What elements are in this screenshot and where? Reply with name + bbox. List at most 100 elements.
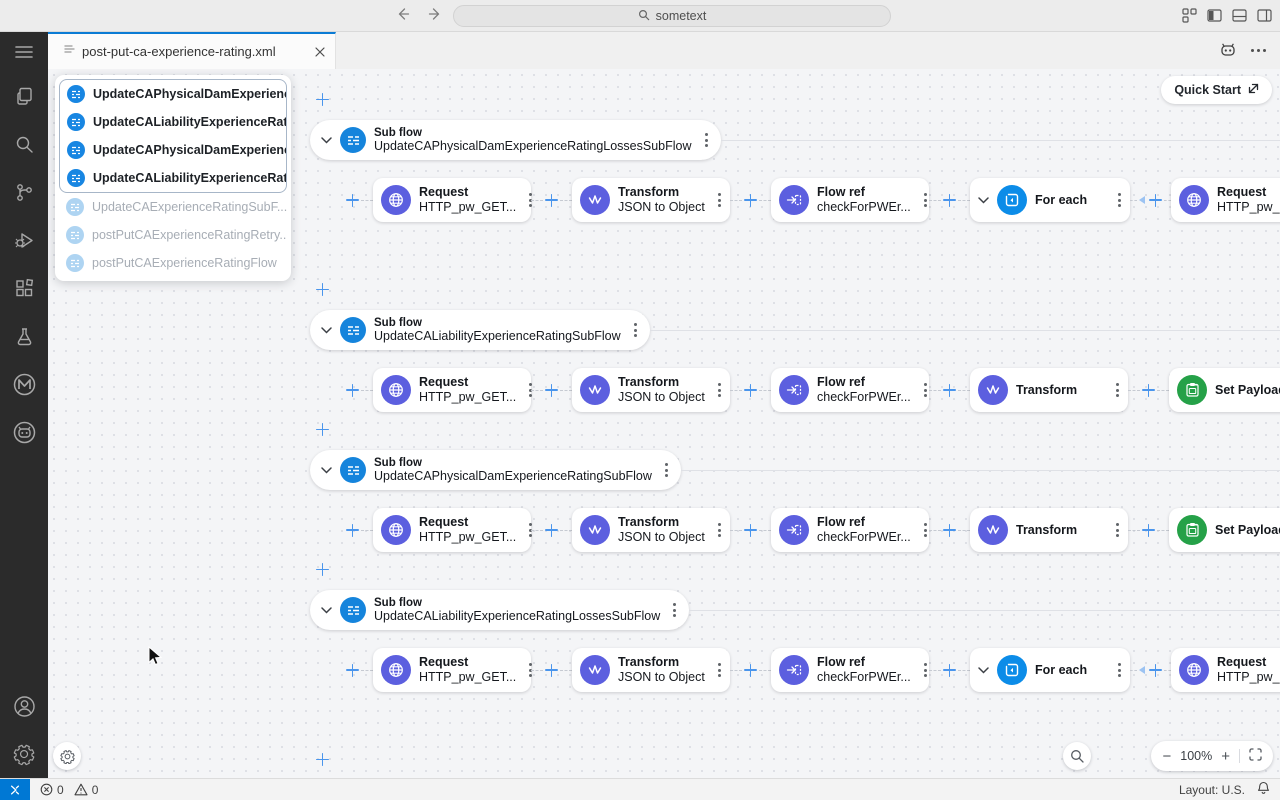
- add-component-button[interactable]: [744, 524, 757, 537]
- node-request[interactable]: RequestHTTP_pw_Del...: [1171, 648, 1280, 692]
- zoom-out-button[interactable]: −: [1162, 749, 1171, 764]
- more-actions-icon[interactable]: [1251, 49, 1266, 52]
- node-flow-ref[interactable]: Flow refcheckForPWEr...: [771, 178, 929, 222]
- list-item[interactable]: UpdateCALiabilityExperienceRati...: [60, 164, 286, 192]
- add-component-button[interactable]: [346, 194, 359, 207]
- node-transform[interactable]: Transform: [970, 508, 1128, 552]
- chevron-down-icon[interactable]: [321, 467, 332, 474]
- kebab-menu-icon[interactable]: [1111, 379, 1119, 401]
- add-component-button[interactable]: [1142, 384, 1155, 397]
- kebab-menu-icon[interactable]: [1111, 519, 1119, 541]
- testing-icon[interactable]: [0, 312, 48, 360]
- command-center-search[interactable]: sometext: [453, 5, 891, 27]
- node-transform[interactable]: TransformJSON to Object: [572, 648, 730, 692]
- kebab-menu-icon[interactable]: [919, 379, 927, 401]
- kebab-menu-icon[interactable]: [919, 659, 927, 681]
- run-debug-icon[interactable]: [0, 216, 48, 264]
- remote-indicator[interactable]: [0, 779, 30, 800]
- kebab-menu-icon[interactable]: [919, 189, 927, 211]
- node-flow-ref[interactable]: Flow refcheckForPWEr...: [771, 368, 929, 412]
- menu-hamburger-icon[interactable]: [0, 32, 48, 72]
- node-request[interactable]: RequestHTTP_pw_Del...: [1171, 178, 1280, 222]
- kebab-menu-icon[interactable]: [1113, 659, 1121, 681]
- list-item[interactable]: UpdateCAPhysicalDamExperienc...: [60, 80, 286, 108]
- kebab-menu-icon[interactable]: [668, 599, 676, 621]
- node-for-each[interactable]: For each: [970, 178, 1130, 222]
- add-component-button[interactable]: [346, 384, 359, 397]
- chevron-down-icon[interactable]: [321, 327, 332, 334]
- canvas-search-button[interactable]: [1063, 742, 1091, 770]
- add-component-button[interactable]: [346, 664, 359, 677]
- node-transform[interactable]: TransformJSON to Object: [572, 178, 730, 222]
- add-component-button[interactable]: [545, 524, 558, 537]
- node-flow-ref[interactable]: Flow refcheckForPWEr...: [771, 508, 929, 552]
- add-component-button[interactable]: [545, 194, 558, 207]
- node-set-payload[interactable]: Set Payload: [1169, 368, 1280, 412]
- forward-arrow-icon[interactable]: [428, 6, 444, 22]
- kebab-menu-icon[interactable]: [713, 189, 721, 211]
- canvas-settings-button[interactable]: [53, 742, 81, 770]
- add-component-button[interactable]: [943, 194, 956, 207]
- node-request[interactable]: RequestHTTP_pw_GET...: [373, 178, 531, 222]
- add-component-button[interactable]: [316, 563, 329, 576]
- add-component-button[interactable]: [744, 194, 757, 207]
- keyboard-layout-label[interactable]: Layout: U.S.: [1179, 783, 1245, 797]
- list-item[interactable]: UpdateCAPhysicalDamExperienc...: [60, 136, 286, 164]
- add-component-button[interactable]: [316, 423, 329, 436]
- add-component-button[interactable]: [316, 283, 329, 296]
- add-component-button[interactable]: [346, 524, 359, 537]
- toggle-primary-sidebar-icon[interactable]: [1207, 8, 1222, 23]
- quick-start-button[interactable]: Quick Start: [1161, 76, 1272, 104]
- fit-to-screen-icon[interactable]: [1249, 748, 1262, 764]
- source-control-icon[interactable]: [0, 168, 48, 216]
- account-icon[interactable]: [0, 682, 48, 730]
- add-component-button[interactable]: [316, 93, 329, 106]
- subflow-header[interactable]: Sub flowUpdateCALiabilityExperienceRatin…: [310, 310, 650, 350]
- kebab-menu-icon[interactable]: [629, 319, 637, 341]
- back-arrow-icon[interactable]: [394, 6, 410, 22]
- add-component-button[interactable]: [316, 753, 329, 766]
- kebab-menu-icon[interactable]: [919, 519, 927, 541]
- node-request[interactable]: RequestHTTP_pw_GET...: [373, 508, 531, 552]
- add-component-button[interactable]: [744, 664, 757, 677]
- chevron-down-icon[interactable]: [978, 197, 989, 204]
- subflow-header[interactable]: Sub flowUpdateCAPhysicalDamExperienceRat…: [310, 450, 681, 490]
- kebab-menu-icon[interactable]: [713, 519, 721, 541]
- flow-canvas[interactable]: Quick Start UpdateCAPhysicalDamExperienc…: [48, 69, 1280, 778]
- list-item-disabled[interactable]: postPutCAExperienceRatingFlow: [59, 249, 287, 277]
- toggle-panel-icon[interactable]: [1232, 8, 1247, 23]
- node-transform[interactable]: TransformJSON to Object: [572, 508, 730, 552]
- node-request[interactable]: RequestHTTP_pw_GET...: [373, 648, 531, 692]
- tab-post-put-ca-experience-rating[interactable]: post-put-ca-experience-rating.xml: [48, 32, 336, 69]
- add-component-button[interactable]: [744, 384, 757, 397]
- node-for-each[interactable]: For each: [970, 648, 1130, 692]
- chevron-down-icon[interactable]: [321, 137, 332, 144]
- mule-icon[interactable]: [0, 360, 48, 408]
- search-view-icon[interactable]: [0, 120, 48, 168]
- add-component-button[interactable]: [1142, 524, 1155, 537]
- list-item-disabled[interactable]: postPutCAExperienceRatingRetry...: [59, 221, 287, 249]
- node-transform[interactable]: Transform: [970, 368, 1128, 412]
- list-item[interactable]: UpdateCALiabilityExperienceRati...: [60, 108, 286, 136]
- add-component-button[interactable]: [1149, 664, 1162, 677]
- extensions-icon[interactable]: [0, 264, 48, 312]
- tab-close-icon[interactable]: [315, 47, 325, 57]
- kebab-menu-icon[interactable]: [660, 459, 668, 481]
- add-component-button[interactable]: [545, 664, 558, 677]
- explorer-icon[interactable]: [0, 72, 48, 120]
- toggle-secondary-sidebar-icon[interactable]: [1257, 8, 1272, 23]
- warnings-indicator[interactable]: 0: [74, 783, 99, 797]
- chevron-down-icon[interactable]: [978, 667, 989, 674]
- errors-indicator[interactable]: 0: [40, 783, 64, 797]
- kebab-menu-icon[interactable]: [713, 659, 721, 681]
- node-request[interactable]: RequestHTTP_pw_GET...: [373, 368, 531, 412]
- subflow-header[interactable]: Sub flowUpdateCAPhysicalDamExperienceRat…: [310, 120, 721, 160]
- assistant-icon[interactable]: [0, 408, 48, 456]
- add-component-button[interactable]: [943, 384, 956, 397]
- assistant-editor-icon[interactable]: [1220, 42, 1236, 60]
- add-component-button[interactable]: [943, 664, 956, 677]
- notifications-bell-icon[interactable]: [1257, 781, 1270, 798]
- node-flow-ref[interactable]: Flow refcheckForPWEr...: [771, 648, 929, 692]
- chevron-down-icon[interactable]: [321, 607, 332, 614]
- settings-gear-icon[interactable]: [0, 730, 48, 778]
